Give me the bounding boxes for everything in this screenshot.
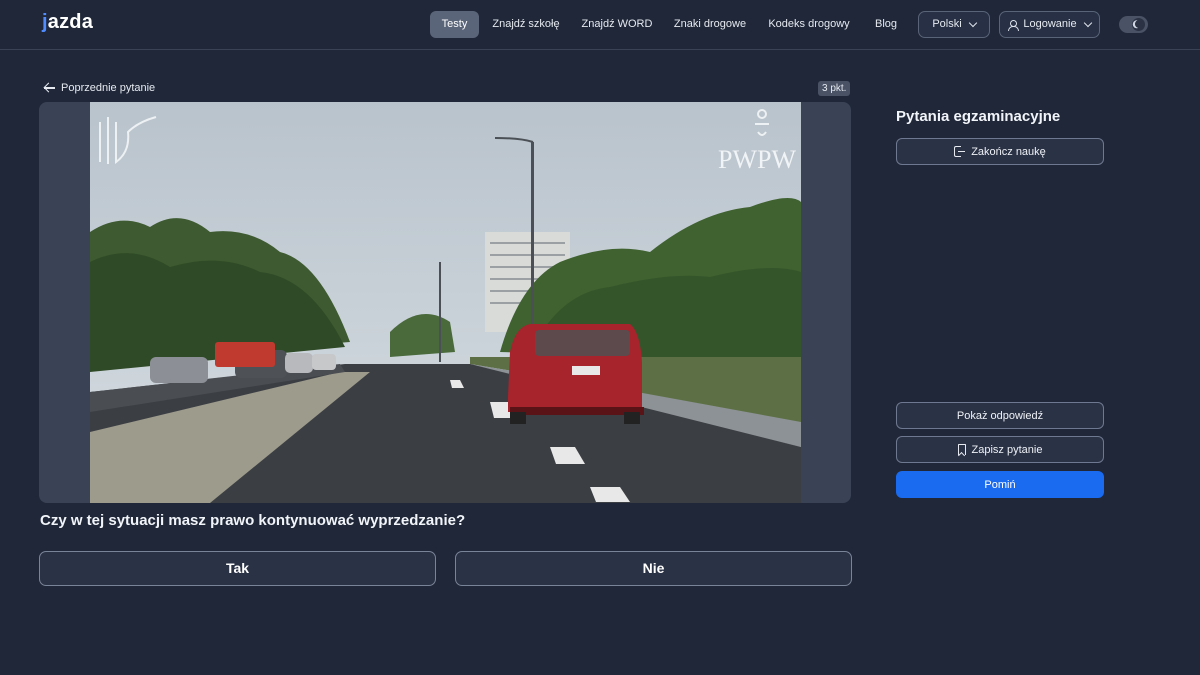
end-learning-button[interactable]: Zakończ naukę [896,138,1104,165]
road-scene-image: PWPW [90,102,801,503]
login-dropdown[interactable]: Logowanie [999,11,1100,38]
user-icon [1008,19,1020,31]
chevron-down-icon [1083,18,1092,28]
bookmark-icon [957,444,966,455]
sidebar-title: Pytania egzaminacyjne [896,108,1061,125]
nav-znajdz-word[interactable]: Znajdź WORD [576,11,658,38]
previous-question-link[interactable]: Poprzednie pytanie [44,80,155,96]
skip-label: Pomiń [984,478,1016,491]
previous-question-label: Poprzednie pytanie [61,82,156,94]
language-label: Polski [932,18,962,30]
nav-testy[interactable]: Testy [430,11,479,38]
login-label: Logowanie [1023,18,1077,30]
answer-nie-button[interactable]: Nie [455,551,852,586]
skip-button[interactable]: Pomiń [896,471,1104,498]
chevron-down-icon [968,18,977,28]
answer-tak-button[interactable]: Tak [39,551,436,586]
question-media: PWPW [39,102,851,503]
end-learning-label: Zakończ naukę [971,145,1046,158]
logo-mark: j [42,11,48,33]
top-navigation-bar: jazda Testy Znajdź szkołę Znajdź WORD Zn… [0,0,1200,50]
points-badge: 3 pkt. [818,81,851,96]
nav-znaki-drogowe[interactable]: Znaki drogowe [668,11,752,38]
nav-znajdz-szkole[interactable]: Znajdź szkołę [487,11,565,38]
question-text: Czy w tej sytuacji masz prawo kontynuowa… [40,512,466,529]
nav-kodeks-drogowy[interactable]: Kodeks drogowy [763,11,855,38]
theme-toggle[interactable] [1119,16,1148,33]
save-question-label: Zapisz pytanie [971,443,1043,456]
nav-blog[interactable]: Blog [866,11,906,38]
show-answer-label: Pokaż odpowiedź [956,409,1044,422]
language-dropdown[interactable]: Polski [918,11,990,38]
exit-icon [954,146,966,157]
show-answer-button[interactable]: Pokaż odpowiedź [896,402,1104,429]
pwpw-watermark: PWPW [718,145,796,174]
logo[interactable]: jazda [42,11,93,34]
save-question-button[interactable]: Zapisz pytanie [896,436,1104,463]
arrow-left-icon [44,83,55,93]
